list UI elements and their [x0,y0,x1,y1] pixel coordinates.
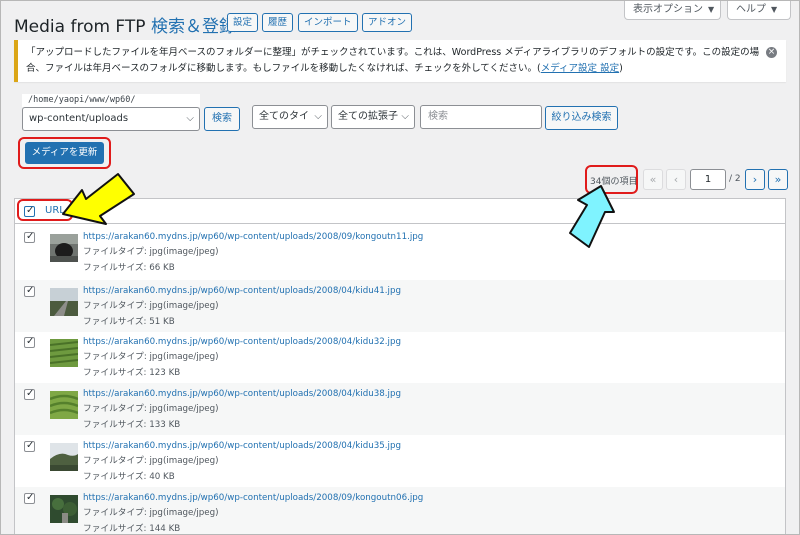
file-type-select-value: 全てのタイ [259,111,309,122]
file-type: ファイルタイプ: jpg(image/jpeg) [83,456,219,467]
thumbnail-image [50,234,78,262]
media-settings-link[interactable]: メディア設定 設定 [541,63,619,74]
check-icon: ✓ [26,388,35,399]
update-media-button[interactable]: メディアを更新 [25,142,104,164]
notice-tail: ) [619,63,623,74]
check-icon: ✓ [26,336,35,347]
prev-page-button[interactable]: ‹ [666,169,686,190]
row-details: https://arakan60.mydns.jp/wp60/wp-conten… [83,387,401,433]
total-pages: / 2 [729,174,741,184]
caret-down-icon: ▼ [708,5,715,14]
file-url-link[interactable]: https://arakan60.mydns.jp/wp60/wp-conten… [83,335,401,350]
file-size: ファイルサイズ: 123 KB [83,367,181,378]
table-row[interactable]: ✓ https://arakan60.mydns.jp/wp60/wp-conte… [15,383,785,435]
thumbnail-image [49,391,79,419]
current-page-input[interactable]: 1 [690,169,726,190]
row-checkbox[interactable]: ✓ [24,492,35,504]
check-icon: ✓ [26,205,35,216]
thumbnail-image [50,288,78,316]
file-type: ファイルタイプ: jpg(image/jpeg) [83,508,219,519]
table-row[interactable]: ✓ https://arakan60.mydns.jp/wp60/wp-conte… [15,280,785,332]
last-page-button[interactable]: » [768,169,788,190]
tab-settings[interactable]: 設定 [227,13,259,32]
search-button[interactable]: 検索 [204,107,240,131]
file-url-link[interactable]: https://arakan60.mydns.jp/wp60/wp-conten… [83,439,401,454]
file-type: ファイルタイプ: jpg(image/jpeg) [83,352,219,363]
row-checkbox[interactable]: ✓ [24,388,35,400]
row-details: https://arakan60.mydns.jp/wp60/wp-conten… [83,491,423,534]
table-row[interactable]: ✓ https://arakan60.mydns.jp/wp60/wp-conte… [15,331,785,383]
file-size: ファイルサイズ: 66 KB [83,262,175,273]
extension-select-value: 全ての拡張子 [338,111,398,122]
directory-select-value: wp-content/uploads [29,113,129,124]
next-page-button[interactable]: › [745,169,765,190]
tab-import[interactable]: インポート [298,13,358,32]
table-row[interactable]: ✓ https://arakan60.mydns.jp/wp60/wp-conte… [15,226,785,278]
yellow-arrow-icon [62,173,135,225]
screen-options-button[interactable]: 表示オプション ▼ [624,0,721,20]
select-all-checkbox[interactable]: ✓ [24,205,35,217]
row-checkbox[interactable]: ✓ [24,231,35,243]
thumbnail-image [50,495,78,523]
file-size: ファイルサイズ: 133 KB [83,419,181,430]
file-url-link[interactable]: https://arakan60.mydns.jp/wp60/wp-conten… [83,230,423,245]
row-details: https://arakan60.mydns.jp/wp60/wp-conten… [83,439,401,485]
file-type: ファイルタイプ: jpg(image/jpeg) [83,247,219,258]
check-icon: ✓ [26,285,35,296]
table-row[interactable]: ✓ https://arakan60.mydns.jp/wp60/wp-conte… [15,487,785,534]
chevron-down-icon: ⌵ [401,111,409,122]
thumbnail-image [50,443,78,471]
table-row[interactable]: ✓ https://arakan60.mydns.jp/wp60/wp-conte… [15,435,785,487]
check-icon: ✓ [26,492,35,503]
file-type-select[interactable]: 全てのタイ ⌵ [252,105,328,129]
help-button[interactable]: ヘルプ ▼ [727,0,791,20]
check-icon: ✓ [26,440,35,451]
caret-down-icon: ▼ [771,5,778,14]
keyword-search-input[interactable]: 検索 [420,105,542,129]
title-accent: 検索＆登録 [150,17,236,37]
screen-options-label: 表示オプション [633,4,703,15]
directory-select[interactable]: wp-content/uploads ⌵ [22,107,200,131]
row-checkbox[interactable]: ✓ [24,440,35,452]
tab-addon[interactable]: アドオン [362,13,413,32]
row-checkbox[interactable]: ✓ [24,336,35,348]
file-size: ファイルサイズ: 144 KB [83,523,181,534]
chevron-down-icon: ⌵ [186,113,194,124]
check-icon: ✓ [26,231,35,242]
file-size: ファイルサイズ: 51 KB [83,316,175,327]
chevron-down-icon: ⌵ [314,111,322,122]
row-details: https://arakan60.mydns.jp/wp60/wp-conten… [83,230,423,276]
help-label: ヘルプ [736,4,766,15]
row-details: https://arakan60.mydns.jp/wp60/wp-conten… [83,335,401,381]
file-url-link[interactable]: https://arakan60.mydns.jp/wp60/wp-conten… [83,284,401,299]
tab-history[interactable]: 履歴 [262,13,294,32]
file-url-link[interactable]: https://arakan60.mydns.jp/wp60/wp-conten… [83,387,401,402]
media-table: ✓ URL ✓ https://arakan60.mydns.jp/wp60/wp… [14,198,786,535]
row-details: https://arakan60.mydns.jp/wp60/wp-conten… [83,284,401,330]
page-title: Media from FTP 検索＆登録 [14,12,236,37]
notice-text: 「アップロードしたファイルを年月ベースのフォルダーに整理」がチェックされています… [26,47,760,74]
filter-search-button[interactable]: 絞り込み検索 [545,106,618,130]
path-label: /home/yaopi/www/wp60/ [22,94,200,107]
first-page-button[interactable]: « [643,169,663,190]
dismiss-icon[interactable]: × [766,47,777,58]
extension-select[interactable]: 全ての拡張子 ⌵ [331,105,415,129]
file-type: ファイルタイプ: jpg(image/jpeg) [83,301,219,312]
title-main: Media from FTP [14,17,146,37]
file-size: ファイルサイズ: 40 KB [83,471,175,482]
file-url-link[interactable]: https://arakan60.mydns.jp/wp60/wp-conten… [83,491,423,506]
cyan-arrow-icon [569,185,615,248]
row-checkbox[interactable]: ✓ [24,285,35,297]
thumbnail-image [49,339,79,367]
folder-notice: 「アップロードしたファイルを年月ベースのフォルダーに整理」がチェックされています… [14,40,786,82]
file-type: ファイルタイプ: jpg(image/jpeg) [83,404,219,415]
